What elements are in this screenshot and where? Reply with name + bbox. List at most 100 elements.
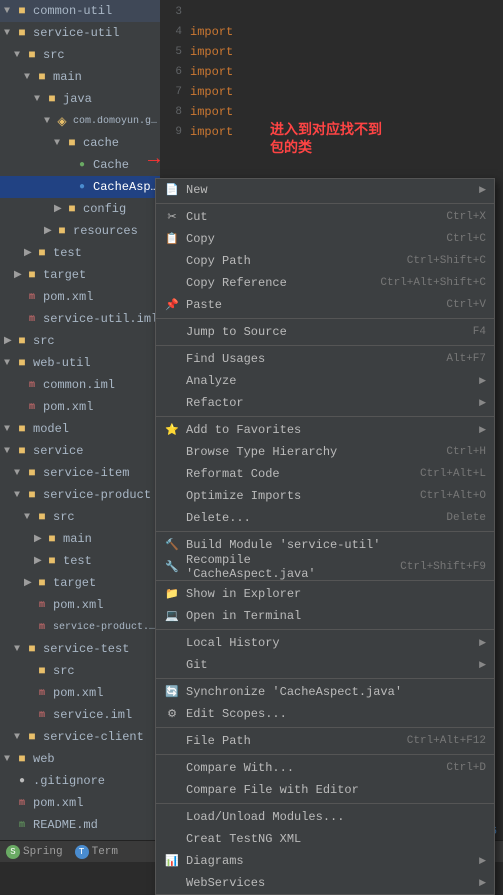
blank-icon (164, 395, 180, 411)
menu-item-copy[interactable]: 📋 Copy Ctrl+C (156, 228, 494, 250)
menu-item-recompile[interactable]: 🔧 Recompile 'CacheAspect.java' Ctrl+Shif… (156, 556, 494, 578)
tree-item-web-util[interactable]: ▼ ■ web-util (0, 352, 160, 374)
tree-item-common-util[interactable]: ▼ ■ common-util (0, 0, 160, 22)
tree-item-package[interactable]: ▼ ◈ com.domoyun.gmall.common (0, 110, 160, 132)
tree-item-pom-root[interactable]: m pom.xml (0, 792, 160, 814)
menu-item-git[interactable]: Git (156, 654, 494, 676)
tree-item-service-util[interactable]: ▼ ■ service-util (0, 22, 160, 44)
tree-arrow: ▼ (4, 446, 14, 457)
status-item-spring[interactable]: S Spring (6, 845, 63, 859)
menu-separator (156, 678, 494, 679)
menu-label: Load/Unload Modules... (186, 810, 344, 824)
tree-item-test-sp[interactable]: ▶ ■ test (0, 550, 160, 572)
tree-item-pom-st[interactable]: m pom.xml (0, 682, 160, 704)
menu-item-webservices[interactable]: WebServices (156, 872, 494, 894)
tree-item-main-sp[interactable]: ▶ ■ main (0, 528, 160, 550)
tree-item-gitignore[interactable]: ● .gitignore (0, 770, 160, 792)
tree-item-main1[interactable]: ▼ ■ main (0, 66, 160, 88)
menu-label: Optimize Imports (186, 489, 301, 503)
menu-shortcut: Ctrl+C (446, 233, 486, 245)
tree-label: .gitignore (33, 774, 105, 788)
tree-item-resources[interactable]: ▶ ■ resources (0, 220, 160, 242)
status-label: Spring (23, 846, 63, 858)
tree-item-sutil-iml[interactable]: m service-util.iml (0, 308, 160, 330)
menu-shortcut: Ctrl+X (446, 211, 486, 223)
tree-item-service[interactable]: ▼ ■ service (0, 440, 160, 462)
package-icon: ◈ (54, 113, 70, 129)
tree-item-java[interactable]: ▼ ■ java (0, 88, 160, 110)
status-item-term[interactable]: T Term (75, 845, 118, 859)
tree-item-target-sp[interactable]: ▶ ■ target (0, 572, 160, 594)
menu-item-analyze[interactable]: Analyze (156, 370, 494, 392)
tree-item-service-test[interactable]: ▼ ■ service-test (0, 638, 160, 660)
menu-separator (156, 531, 494, 532)
tree-item-web[interactable]: ▼ ■ web (0, 748, 160, 770)
tree-item-cacheaspect[interactable]: ● CacheAspect (0, 176, 160, 198)
menu-item-reformat[interactable]: Reformat Code Ctrl+Alt+L (156, 463, 494, 485)
menu-item-jump-source[interactable]: Jump to Source F4 (156, 321, 494, 343)
menu-item-cut[interactable]: ✂ Cut Ctrl+X (156, 206, 494, 228)
menu-shortcut: Ctrl+V (446, 299, 486, 311)
menu-item-file-path[interactable]: File Path Ctrl+Alt+F12 (156, 730, 494, 752)
menu-separator (156, 203, 494, 204)
tree-item-common-iml[interactable]: m common.iml (0, 374, 160, 396)
menu-item-creat-testng[interactable]: Creat TestNG XML (156, 828, 494, 850)
tree-label: service-client (43, 730, 144, 744)
tree-arrow: ▼ (4, 358, 14, 369)
menu-item-copy-path[interactable]: Copy Path Ctrl+Shift+C (156, 250, 494, 272)
menu-item-open-terminal[interactable]: 💻 Open in Terminal (156, 605, 494, 627)
menu-item-diagrams[interactable]: 📊 Diagrams (156, 850, 494, 872)
tree-item-test[interactable]: ▶ ■ test (0, 242, 160, 264)
menu-item-paste[interactable]: 📌 Paste Ctrl+V (156, 294, 494, 316)
tree-item-readme[interactable]: m README.md (0, 814, 160, 836)
menu-item-load-modules[interactable]: Load/Unload Modules... (156, 806, 494, 828)
tree-item-src-st[interactable]: ■ src (0, 660, 160, 682)
tree-item-cache-folder[interactable]: ▼ ■ cache (0, 132, 160, 154)
tree-label: pom.xml (53, 686, 103, 700)
tree-item-target[interactable]: ▶ ■ target (0, 264, 160, 286)
menu-item-compare-with[interactable]: Compare With... Ctrl+D (156, 757, 494, 779)
tree-item-pom1[interactable]: m pom.xml (0, 286, 160, 308)
folder-icon: ■ (24, 267, 40, 283)
menu-item-compare-editor[interactable]: Compare File with Editor (156, 779, 494, 801)
menu-item-show-explorer[interactable]: 📁 Show in Explorer (156, 583, 494, 605)
menu-item-find-usages[interactable]: Find Usages Alt+F7 (156, 348, 494, 370)
blank-icon (164, 733, 180, 749)
menu-item-edit-scopes[interactable]: ⚙ Edit Scopes... (156, 703, 494, 725)
tree-item-model[interactable]: ▼ ■ model (0, 418, 160, 440)
tree-item-service-item[interactable]: ▼ ■ service-item (0, 462, 160, 484)
menu-separator (156, 318, 494, 319)
xml-icon: m (34, 597, 50, 613)
tree-item-sp-iml[interactable]: m service-product.im (0, 616, 160, 638)
code-line-7: 7 import (160, 82, 503, 102)
menu-item-optimize-imports[interactable]: Optimize Imports Ctrl+Alt+O (156, 485, 494, 507)
folder-icon: ■ (64, 135, 80, 151)
tree-arrow: ▶ (54, 203, 64, 215)
menu-item-add-favorites[interactable]: ⭐ Add to Favorites (156, 419, 494, 441)
menu-item-new[interactable]: 📄 New (156, 179, 494, 201)
terminal-icon: 💻 (164, 608, 180, 624)
tree-item-src2[interactable]: ▶ ■ src (0, 330, 160, 352)
menu-item-delete[interactable]: Delete... Delete (156, 507, 494, 529)
tree-item-service-client[interactable]: ▼ ■ service-client (0, 726, 160, 748)
menu-item-sync[interactable]: 🔄 Synchronize 'CacheAspect.java' (156, 681, 494, 703)
tree-item-pom-sp[interactable]: m pom.xml (0, 594, 160, 616)
tree-item-service-iml[interactable]: m service.iml (0, 704, 160, 726)
folder-icon: ■ (44, 531, 60, 547)
tree-item-service-product[interactable]: ▼ ■ service-product (0, 484, 160, 506)
menu-item-local-history[interactable]: Local History (156, 632, 494, 654)
menu-item-copy-ref[interactable]: Copy Reference Ctrl+Alt+Shift+C (156, 272, 494, 294)
menu-label: Refactor (186, 396, 244, 410)
tree-arrow: ▶ (14, 269, 24, 281)
tree-item-config[interactable]: ▶ ■ config (0, 198, 160, 220)
tree-item-pom-web[interactable]: m pom.xml (0, 396, 160, 418)
tree-label: web (33, 752, 55, 766)
tree-item-cache-class[interactable]: ● Cache (0, 154, 160, 176)
tree-item-src-sp[interactable]: ▼ ■ src (0, 506, 160, 528)
menu-item-refactor[interactable]: Refactor (156, 392, 494, 414)
xml-icon: m (24, 289, 40, 305)
menu-separator (156, 803, 494, 804)
menu-item-browse-hierarchy[interactable]: Browse Type Hierarchy Ctrl+H (156, 441, 494, 463)
menu-shortcut: Ctrl+Alt+Shift+C (380, 277, 486, 289)
tree-item-src1[interactable]: ▼ ■ src (0, 44, 160, 66)
